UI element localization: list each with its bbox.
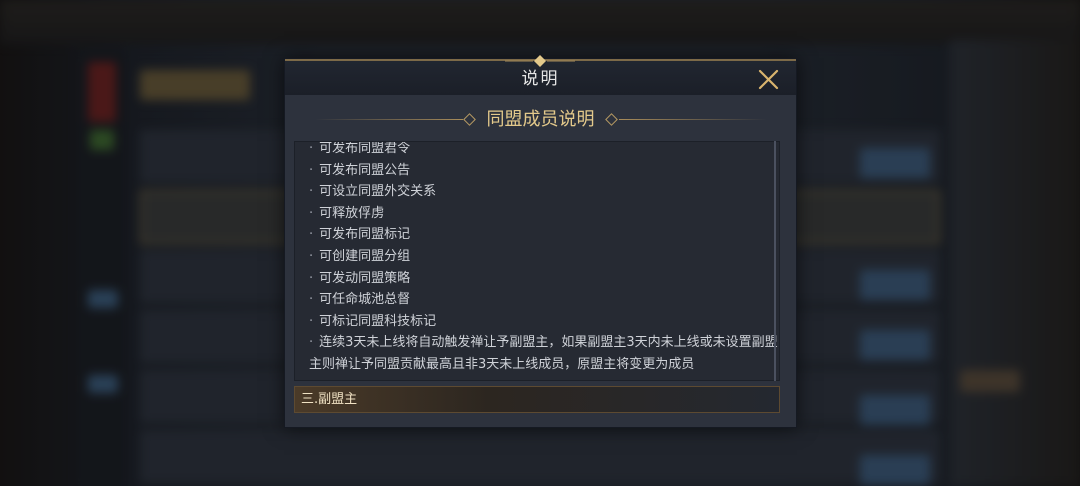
section-title: 同盟成员说明 [486, 109, 595, 130]
scrollable-content[interactable]: · 可发布同盟君令 · 可发布同盟公告 · 可设立同盟外交关系 · 可释放俘虏 · 可发布… [294, 141, 780, 381]
close-button[interactable] [755, 67, 783, 93]
bullet-marker: · [309, 227, 314, 243]
list-item-text: 可释放俘虏 [319, 205, 385, 221]
list-item: · 可发布同盟公告 [309, 160, 779, 182]
list-item-text: 连续3天未上线将自动触发禅让予副盟主，如果副盟主3天内未上线或未设置副盟主则禅让… [309, 335, 778, 373]
list-item: · 可发动同盟策略 [309, 268, 779, 290]
dialog-title: 说明 [521, 69, 560, 89]
list-item: · 可发布同盟君令 [309, 141, 779, 160]
list-item: · 可设立同盟外交关系 [309, 181, 779, 203]
dialog-header: 说明 [285, 55, 796, 95]
close-icon [758, 69, 779, 90]
subsection-header[interactable]: 三.副盟主 [294, 386, 780, 413]
list-item-text: 可标记同盟科技标记 [319, 313, 437, 329]
bullet-marker: · [309, 205, 314, 221]
bullet-marker: · [309, 313, 314, 329]
info-dialog: 说明 同盟成员说明 · 可发布同盟君令 · 可发布同盟公告 · 可设立同盟外交关系 ·… [284, 55, 797, 428]
bullet-marker: · [309, 292, 314, 308]
bullet-marker: · [309, 184, 314, 200]
bullet-marker: · [309, 141, 314, 156]
list-item: · 可释放俘虏 [309, 203, 779, 225]
bullet-marker: · [309, 335, 314, 351]
list-item: · 可创建同盟分组 [309, 246, 779, 268]
subsection-label: 三.副盟主 [301, 392, 358, 407]
list-item: · 可任命城池总督 [309, 289, 779, 311]
list-item-text: 可发布同盟君令 [319, 141, 411, 156]
list-item-text: 可发布同盟公告 [319, 162, 411, 178]
scrollbar[interactable] [774, 141, 776, 381]
bullet-marker: · [309, 162, 314, 178]
list-item: · 连续3天未上线将自动触发禅让予副盟主，如果副盟主3天内未上线或未设置副盟主则禅… [309, 332, 779, 376]
list-item-text: 可创建同盟分组 [319, 248, 411, 264]
list-item-text: 可任命城池总督 [319, 292, 411, 308]
bullet-marker: · [309, 270, 314, 286]
list-item-text: 可设立同盟外交关系 [319, 184, 437, 200]
bullet-marker: · [309, 248, 314, 264]
section-banner: 同盟成员说明 [285, 103, 796, 137]
list-item-text: 可发布同盟标记 [319, 227, 411, 243]
list-item: · 可发布同盟标记 [309, 224, 779, 246]
list-item: · 可标记同盟科技标记 [309, 311, 779, 333]
section-divider-right [619, 119, 767, 120]
permission-list: · 可发布同盟君令 · 可发布同盟公告 · 可设立同盟外交关系 · 可释放俘虏 · 可发布… [309, 141, 779, 376]
list-item-text: 可发动同盟策略 [319, 270, 411, 286]
